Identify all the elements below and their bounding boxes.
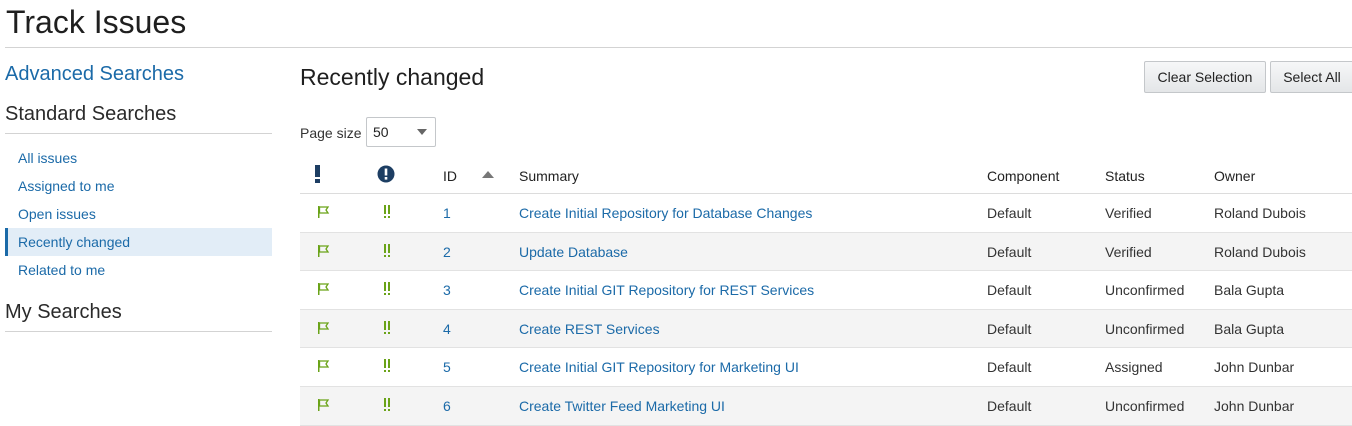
- priority-icon: [384, 243, 390, 257]
- issue-component: Default: [987, 397, 1032, 414]
- issue-owner: Roland Dubois: [1214, 205, 1306, 221]
- table-row[interactable]: 2 Update Database Default Verified Roland Du…: [300, 232, 1352, 272]
- issue-id-link[interactable]: 6: [443, 398, 451, 414]
- issue-summary-link[interactable]: Update Database: [519, 244, 628, 260]
- sidebar-item-assigned-to-me[interactable]: Assigned to me: [5, 172, 272, 200]
- issue-id-link[interactable]: 4: [443, 321, 451, 337]
- sidebar-item-recently-changed[interactable]: Recently changed: [5, 228, 272, 256]
- select-all-button[interactable]: Select All: [1270, 61, 1352, 93]
- issue-component: Default: [987, 205, 1032, 221]
- issue-id-link[interactable]: 3: [443, 282, 451, 298]
- issue-status: Unconfirmed: [1105, 397, 1185, 414]
- advanced-searches-link[interactable]: Advanced Searches: [5, 63, 184, 86]
- issue-owner: Bala Gupta: [1214, 282, 1285, 299]
- table-row[interactable]: 4 Create REST Services Default Unconfirmed B…: [300, 309, 1352, 349]
- issue-component: Default: [987, 320, 1032, 337]
- column-header-status[interactable]: Status: [1105, 168, 1145, 184]
- main-title: Recently changed: [300, 64, 485, 90]
- my-searches-heading: My Searches: [5, 301, 122, 323]
- issue-id-link[interactable]: 2: [443, 244, 451, 260]
- sidebar-item-all-issues[interactable]: All issues: [5, 144, 272, 172]
- issues-table: ID Summary Component Status Owner 1 Creat…: [300, 157, 1352, 426]
- table-body: 1 Create Initial Repository for Database …: [300, 194, 1352, 426]
- issue-owner: Bala Gupta: [1214, 320, 1285, 337]
- column-header-id[interactable]: ID: [443, 168, 457, 184]
- priority-icon: [384, 205, 390, 218]
- issue-summary-link[interactable]: Create Initial GIT Repository for REST S…: [519, 282, 814, 298]
- issue-summary-link[interactable]: Create Twitter Feed Marketing UI: [519, 398, 725, 414]
- issue-component: Default: [987, 243, 1032, 260]
- table-row[interactable]: 6 Create Twitter Feed Marketing UI Default…: [300, 386, 1352, 426]
- title-divider: [5, 47, 1352, 48]
- column-header-component[interactable]: Component: [987, 168, 1059, 184]
- issue-component: Default: [987, 359, 1032, 376]
- table-row[interactable]: 1 Create Initial Repository for Database …: [300, 194, 1352, 233]
- priority-icon: [384, 282, 390, 296]
- flag-icon: [318, 398, 330, 411]
- issue-id-link[interactable]: 5: [443, 359, 451, 375]
- issue-status: Unconfirmed: [1105, 282, 1185, 299]
- issue-owner: Roland Dubois: [1214, 243, 1306, 260]
- issue-summary-link[interactable]: Create REST Services: [519, 321, 660, 337]
- flag-icon: [318, 244, 330, 257]
- priority-icon: [384, 320, 390, 334]
- flag-icon: [318, 206, 330, 218]
- issue-owner: John Dunbar: [1214, 359, 1295, 376]
- my-searches-divider: [5, 331, 272, 332]
- standard-searches-divider: [5, 133, 272, 134]
- issue-status: Verified: [1105, 205, 1152, 221]
- issue-status: Verified: [1105, 243, 1152, 260]
- sidebar-item-open-issues[interactable]: Open issues: [5, 200, 272, 228]
- column-header-owner[interactable]: Owner: [1214, 168, 1255, 184]
- clear-selection-button[interactable]: Clear Selection: [1144, 61, 1266, 93]
- page-size-select[interactable]: 50: [366, 117, 436, 147]
- flag-icon: [318, 321, 330, 334]
- issue-summary-link[interactable]: Create Initial GIT Repository for Market…: [519, 359, 799, 375]
- priority-icon: [384, 359, 390, 373]
- table-header: ID Summary Component Status Owner: [300, 157, 1352, 194]
- issue-owner: John Dunbar: [1214, 397, 1295, 414]
- exclamation-circle-icon[interactable]: [377, 165, 395, 183]
- issue-summary-link[interactable]: Create Initial Repository for Database C…: [519, 205, 812, 221]
- issue-component: Default: [987, 282, 1032, 299]
- standard-searches-heading: Standard Searches: [5, 103, 177, 125]
- page-size-label: Page size: [300, 125, 362, 141]
- chevron-down-icon: [417, 129, 427, 135]
- sort-ascending-icon[interactable]: [482, 171, 494, 178]
- issue-status: Assigned: [1105, 359, 1163, 376]
- table-row[interactable]: 5 Create Initial GIT Repository for Marke…: [300, 348, 1352, 387]
- sidebar-item-related-to-me[interactable]: Related to me: [5, 256, 272, 284]
- flag-icon: [318, 283, 330, 296]
- table-row[interactable]: 3 Create Initial GIT Repository for REST …: [300, 271, 1352, 310]
- flag-icon: [318, 360, 330, 373]
- page-title: Track Issues: [6, 4, 187, 40]
- issue-status: Unconfirmed: [1105, 320, 1185, 337]
- priority-icon: [384, 397, 390, 411]
- page-size-value: 50: [373, 124, 389, 140]
- issue-id-link[interactable]: 1: [443, 205, 451, 221]
- standard-searches-list: All issues Assigned to me Open issues Re…: [5, 144, 272, 284]
- column-header-summary[interactable]: Summary: [519, 168, 579, 184]
- exclamation-bar-icon[interactable]: [314, 165, 322, 183]
